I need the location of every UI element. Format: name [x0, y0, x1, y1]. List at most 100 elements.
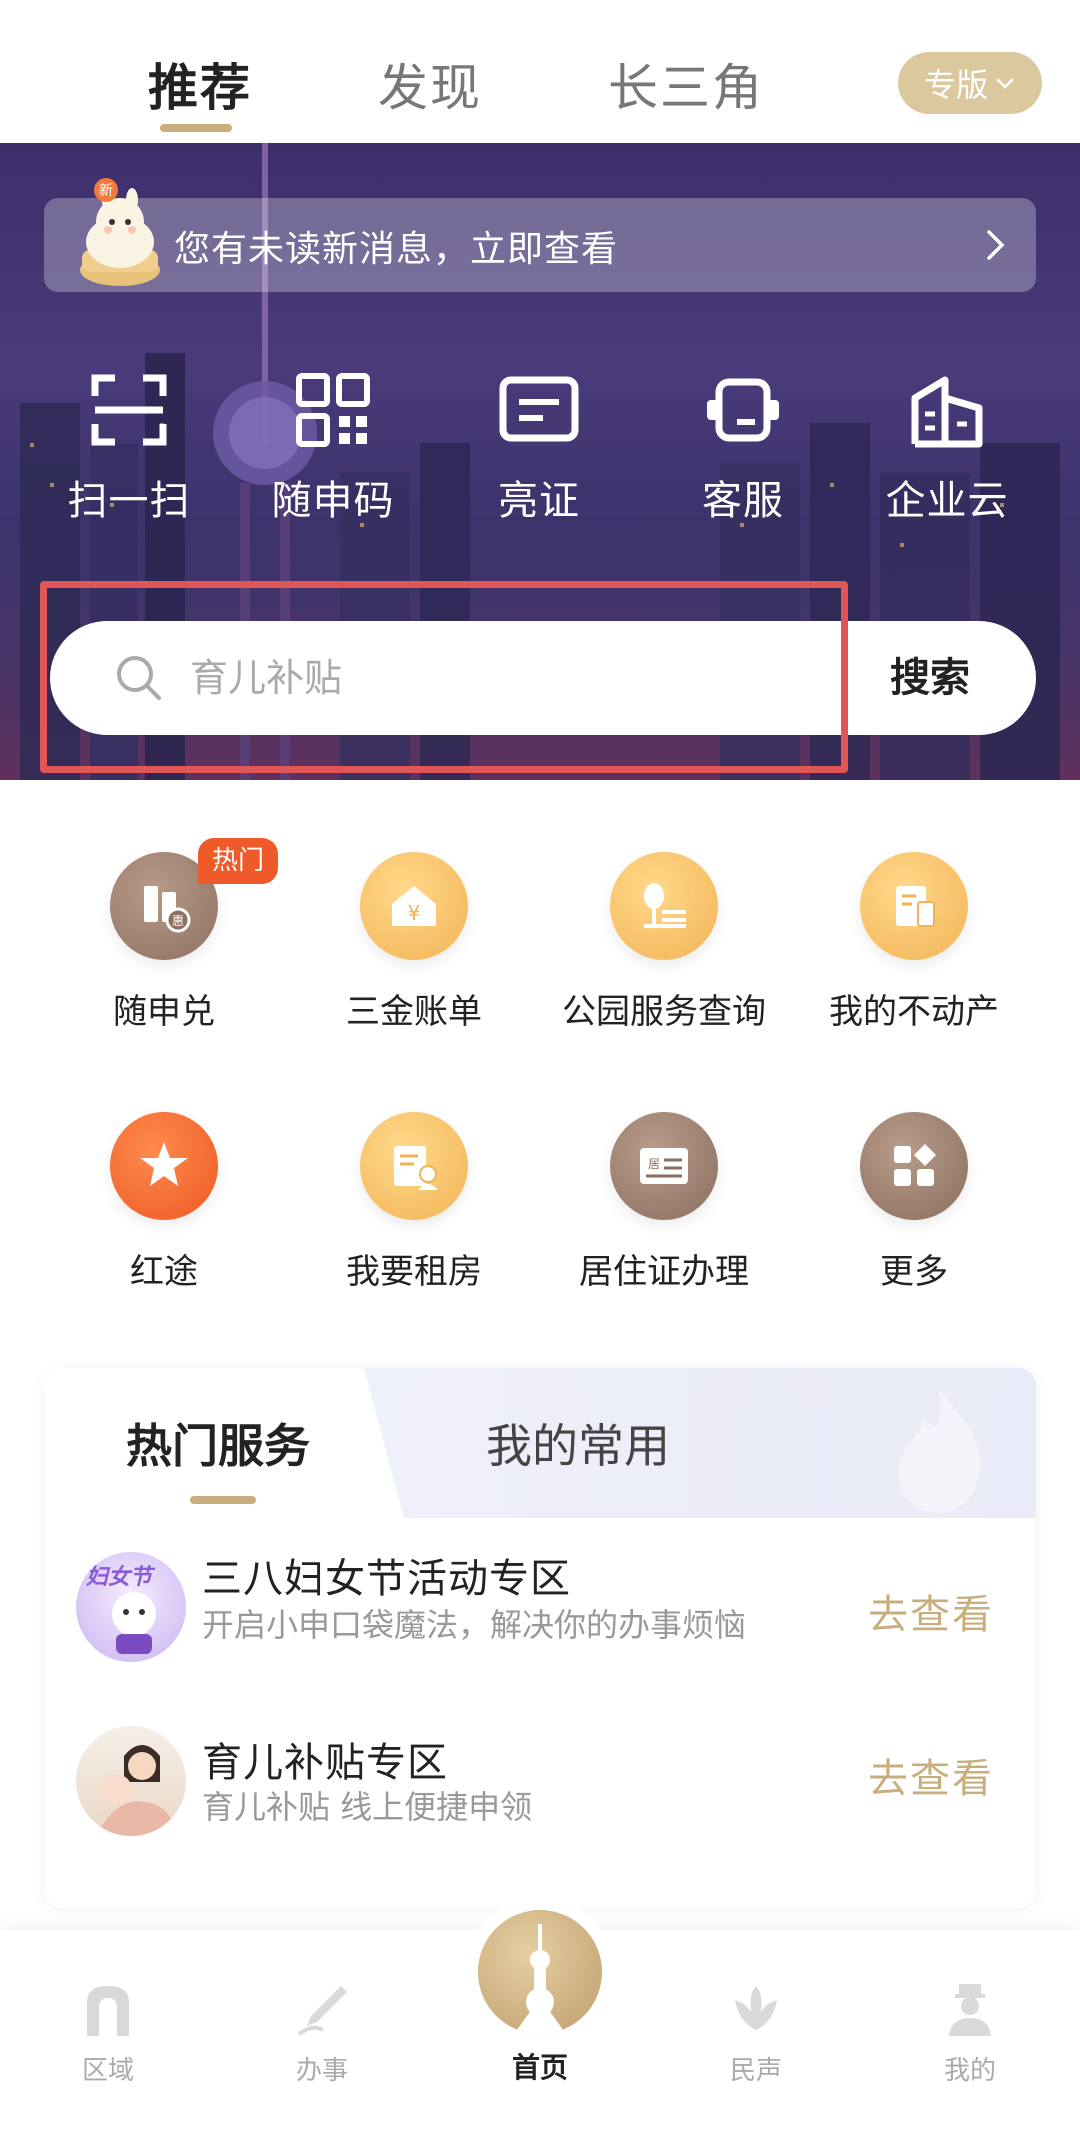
quick-action-qr-code[interactable]: 随申码 [238, 368, 428, 526]
id-card-icon [499, 376, 579, 442]
service-label: 我要租房 [346, 1252, 482, 1292]
card-tab-indicator [190, 1496, 256, 1504]
unread-message-notice[interactable]: 新 您有未读新消息，立即查看 [44, 178, 1036, 292]
hero-banner: 新 您有未读新消息，立即查看 扫一扫 随申码 亮证 客服 企业云 育儿补贴 搜索 [0, 143, 1080, 780]
view-link[interactable]: 去查看 [868, 1582, 994, 1640]
mother-baby-illustration [96, 1745, 176, 1836]
service-label: 三金账单 [346, 992, 482, 1032]
public-voice-icon [735, 1986, 777, 2030]
quick-action-customer-service[interactable]: 客服 [648, 368, 838, 526]
tab-discover[interactable]: 发现 [378, 48, 482, 120]
service-icon [860, 852, 968, 960]
chevron-right-icon [987, 230, 1005, 260]
service-grid: 惠 热门 随申兑 ¥ 三金账单 公园服务查询 我的不动产 红途 我要租房 居 居… [0, 780, 1080, 1340]
nav-label: 民声 [729, 2056, 782, 2086]
avatar: 妇女节 [76, 1552, 186, 1662]
nav-affairs[interactable]: 办事 [262, 1980, 382, 2087]
nav-region[interactable]: 区域 [48, 1980, 168, 2087]
quick-action-label: 亮证 [498, 478, 580, 524]
customer-service-icon [707, 378, 779, 442]
womens-day-mascot-icon: 妇女节 [85, 1564, 156, 1654]
service-suishendui[interactable]: 惠 热门 随申兑 [44, 838, 284, 1033]
tab-yangtze-delta[interactable]: 长三角 [608, 48, 764, 120]
service-red-trip[interactable]: 红途 [44, 1112, 284, 1293]
home-tower-icon [514, 1924, 566, 2034]
rent-icon [394, 1146, 438, 1190]
quick-action-label: 随申码 [271, 478, 395, 524]
nav-label: 首页 [511, 2051, 568, 2084]
nav-label: 我的 [943, 2056, 996, 2086]
list-item-description: 开启小申口袋魔法，解决你的办事烦恼 [202, 1606, 747, 1644]
nav-public-voice[interactable]: 民声 [696, 1980, 816, 2087]
list-item-description: 育儿补贴 线上便捷申领 [202, 1788, 533, 1826]
park-icon [644, 883, 686, 928]
tab-my-frequent[interactable]: 我的常用 [486, 1410, 670, 1476]
quick-action-enterprise-cloud[interactable]: 企业云 [852, 368, 1042, 526]
service-park-query[interactable]: 公园服务查询 [544, 852, 784, 1033]
yuan-house-icon: ¥ [392, 886, 436, 926]
service-label: 我的不动产 [829, 992, 999, 1032]
service-residence-permit[interactable]: 居 居住证办理 [544, 1112, 784, 1293]
voucher-icon: 惠 [144, 886, 191, 933]
red-star-icon [140, 1142, 188, 1186]
service-label: 随申兑 [113, 992, 215, 1032]
handle-affairs-icon [297, 1986, 347, 2036]
service-label: 居住证办理 [579, 1252, 749, 1292]
tab-recommend[interactable]: 推荐 [148, 48, 252, 120]
avatar [76, 1726, 186, 1836]
more-grid-icon [894, 1144, 936, 1186]
new-badge: 新 [99, 183, 113, 199]
search-highlight-box [40, 581, 848, 773]
home-button [478, 1910, 602, 2034]
property-icon [896, 886, 935, 927]
quick-action-show-id[interactable]: 亮证 [444, 368, 634, 526]
list-item[interactable]: 育儿补贴专区 育儿补贴 线上便捷申领 去查看 [44, 1726, 1036, 1866]
qr-code-icon [296, 373, 370, 447]
svg-text:居: 居 [648, 1157, 660, 1171]
service-icon [610, 852, 718, 960]
service-my-property[interactable]: 我的不动产 [794, 852, 1034, 1033]
residence-permit-icon: 居 [640, 1148, 688, 1184]
scan-icon [91, 374, 167, 446]
view-link[interactable]: 去查看 [868, 1746, 994, 1804]
nav-label: 办事 [295, 2056, 348, 2086]
active-tab-indicator [160, 124, 232, 132]
nav-home[interactable]: 首页 [462, 1910, 618, 2086]
profile-icon [949, 1984, 991, 2036]
quick-action-label: 企业云 [885, 478, 1009, 524]
tab-hot-services[interactable]: 热门服务 [126, 1410, 310, 1476]
hot-badge: 热门 [198, 838, 279, 884]
list-item-title: 三八妇女节活动专区 [202, 1556, 571, 1602]
list-item-title: 育儿补贴专区 [202, 1740, 448, 1786]
service-more[interactable]: 更多 [794, 1112, 1034, 1293]
search-button[interactable]: 搜索 [890, 645, 970, 703]
service-icon [360, 1112, 468, 1220]
quick-action-scan[interactable]: 扫一扫 [34, 368, 224, 526]
service-three-funds-bill[interactable]: ¥ 三金账单 [294, 852, 534, 1033]
quick-actions-row: 扫一扫 随申码 亮证 客服 企业云 [0, 368, 1080, 538]
service-rent-house[interactable]: 我要租房 [294, 1112, 534, 1293]
service-icon [860, 1112, 968, 1220]
svg-text:惠: 惠 [172, 914, 184, 928]
service-label: 更多 [880, 1252, 948, 1292]
mascot-icon: 新 [80, 178, 160, 286]
edition-switch-button[interactable]: 专版 [898, 52, 1042, 114]
service-label: 公园服务查询 [562, 992, 766, 1032]
flame-icon [899, 1388, 980, 1513]
services-card: 热门服务 我的常用 妇女节 三八妇女节活动专区 开启小申口袋魔法，解决你的办事烦… [44, 1368, 1036, 1908]
avatar-banner-text: 妇女节 [85, 1564, 156, 1590]
quick-action-label: 客服 [702, 478, 784, 524]
enterprise-cloud-icon [911, 376, 983, 448]
service-icon [110, 1112, 218, 1220]
service-label: 红途 [130, 1252, 198, 1292]
list-item[interactable]: 妇女节 三八妇女节活动专区 开启小申口袋魔法，解决你的办事烦恼 去查看 [44, 1546, 1036, 1696]
notice-text: 您有未读新消息，立即查看 [174, 229, 619, 270]
chevron-down-icon [996, 78, 1014, 89]
top-tab-bar: 推荐 发现 长三角 专版 [0, 0, 1080, 143]
service-icon: 居 [610, 1112, 718, 1220]
service-icon: ¥ [360, 852, 468, 960]
region-icon [87, 1986, 129, 2036]
svg-text:¥: ¥ [408, 901, 421, 925]
quick-action-label: 扫一扫 [67, 478, 191, 524]
nav-profile[interactable]: 我的 [910, 1980, 1030, 2087]
